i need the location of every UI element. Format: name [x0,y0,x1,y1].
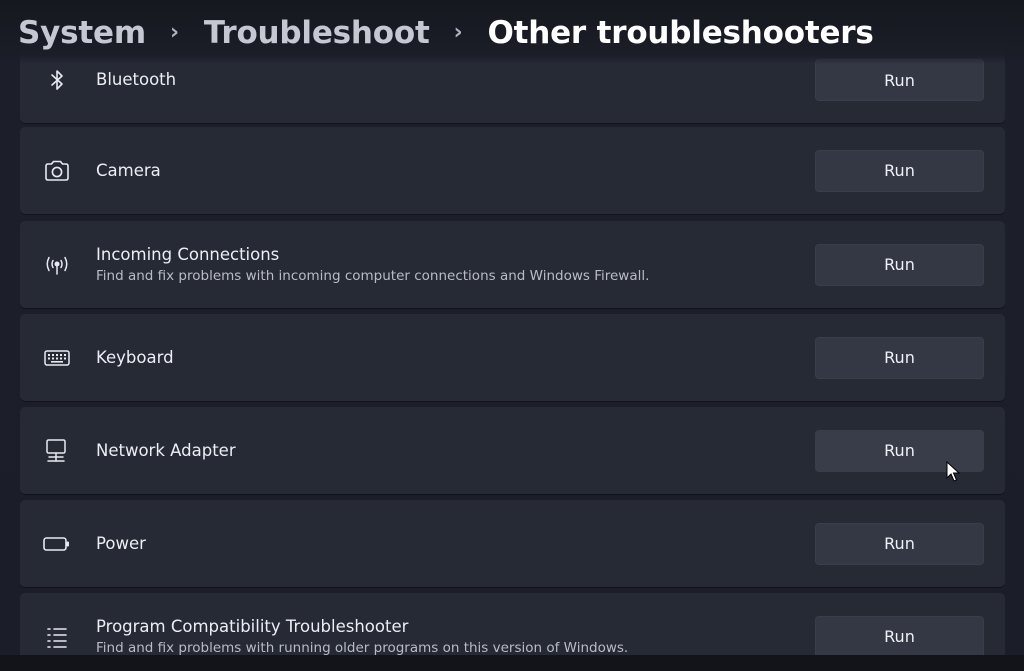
breadcrumb-system-link[interactable]: System [18,15,146,51]
run-bluetooth-button[interactable]: Run [815,59,984,101]
run-incoming-connections-button[interactable]: Run [815,243,984,286]
troubleshooter-title: Power [96,533,146,553]
breadcrumb: System › Troubleshoot › Other troublesho… [18,8,874,58]
settings-window: Bluetooth Run Camera Run Incoming Connec… [0,0,1024,671]
run-network-adapter-button[interactable]: Run [815,429,984,472]
run-program-compatibility-button[interactable]: Run [815,615,984,658]
bottom-edge [0,655,1024,671]
breadcrumb-troubleshoot-link[interactable]: Troubleshoot [204,15,430,51]
chevron-right-icon: › [453,19,463,45]
chevron-right-icon: › [169,19,179,45]
antenna-icon [42,250,72,280]
troubleshooter-item-incoming-connections: Incoming Connections Find and fix proble… [20,221,1005,308]
troubleshooter-item-keyboard: Keyboard Run [20,314,1005,401]
troubleshooter-description: Find and fix problems with running older… [96,639,629,656]
troubleshooter-title: Keyboard [96,347,174,367]
run-camera-button[interactable]: Run [815,149,984,192]
run-power-button[interactable]: Run [815,522,984,565]
troubleshooter-description: Find and fix problems with incoming comp… [96,267,650,284]
troubleshooter-item-camera: Camera Run [20,127,1005,214]
troubleshooter-title: Camera [96,160,161,180]
battery-icon [42,529,72,559]
troubleshooter-title: Program Compatibility Troubleshooter [96,616,409,636]
bluetooth-icon [42,65,72,95]
keyboard-icon [42,343,72,373]
list-icon [42,622,72,652]
troubleshooter-title: Incoming Connections [96,244,280,264]
network-adapter-icon [42,436,72,466]
troubleshooter-item-power: Power Run [20,500,1005,587]
camera-icon [42,156,72,186]
troubleshooter-title: Bluetooth [96,70,177,89]
troubleshooter-item-network-adapter: Network Adapter Run [20,407,1005,494]
troubleshooter-title: Network Adapter [96,440,236,460]
page-title: Other troubleshooters [487,15,874,51]
run-keyboard-button[interactable]: Run [815,336,984,379]
